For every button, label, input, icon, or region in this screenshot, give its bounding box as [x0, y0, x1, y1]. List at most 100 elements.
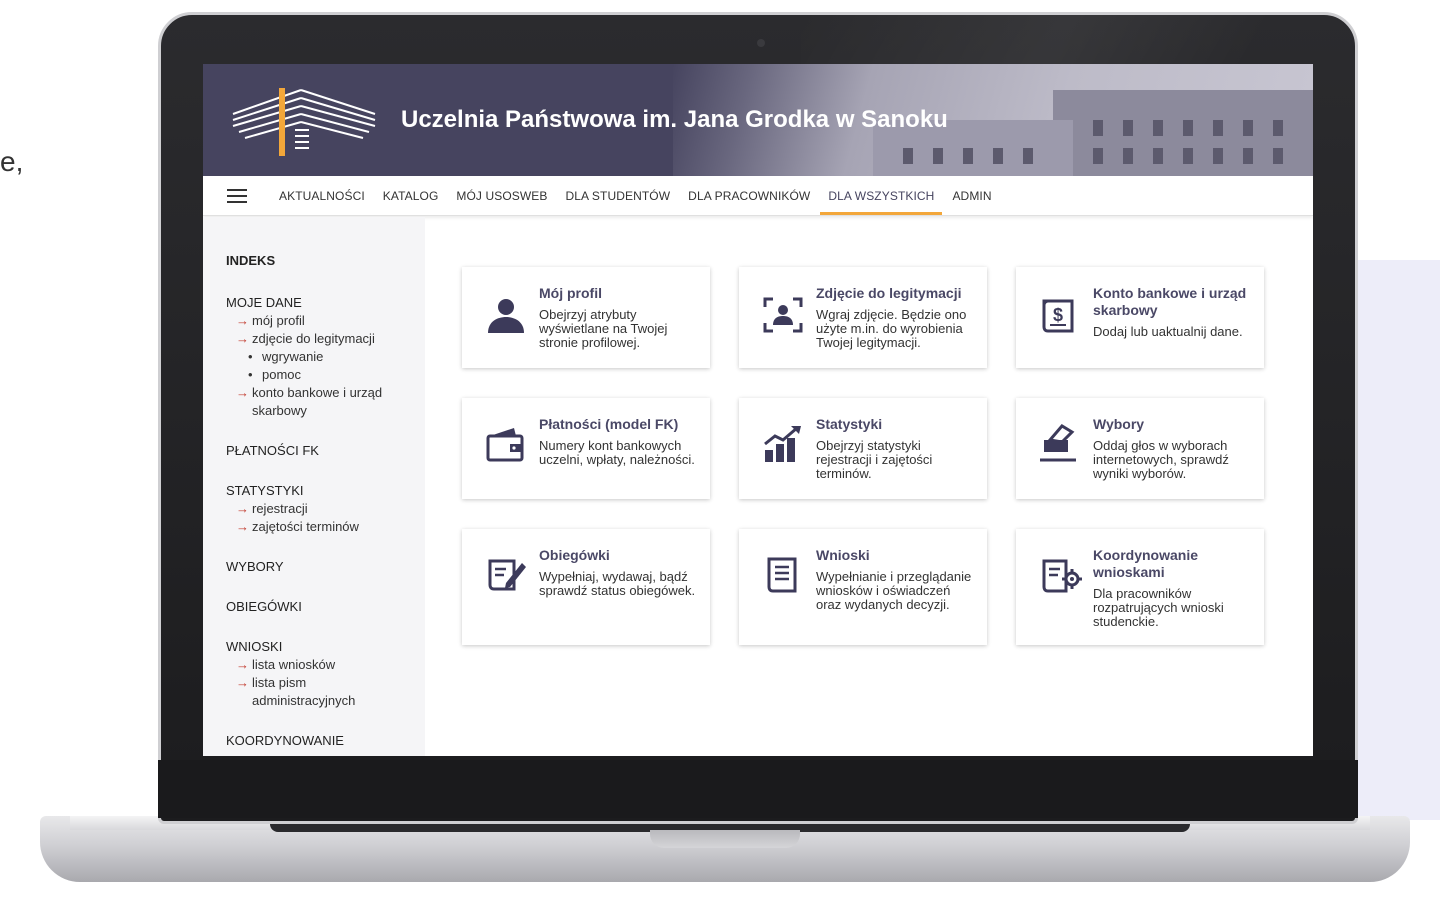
sidebar-link-konto-bankowe[interactable]: → konto bankowe i urząd skarbowy	[226, 384, 425, 420]
sidebar-section-moje-dane[interactable]: MOJE DANE	[226, 294, 425, 312]
chart-icon	[764, 426, 801, 462]
tile-title: Mój profil	[539, 285, 602, 301]
tile-moj-profil[interactable]: Mój profil Obejrzyj atrybuty wyświetlane…	[462, 267, 710, 368]
sidebar-link-lista-wnioskow[interactable]: → lista wniosków	[226, 656, 425, 674]
tile-description: Wypełniaj, wydawaj, bądź sprawdź status …	[539, 569, 696, 598]
building-window	[903, 148, 913, 164]
building-window	[1123, 120, 1133, 136]
arrow-right-icon: →	[236, 501, 249, 516]
wallet-icon	[486, 428, 524, 462]
bullet-icon: •	[248, 367, 253, 382]
tile-koordynowanie-wnioskami[interactable]: Koordynowanie wnioskami Dla pracowników …	[1016, 529, 1264, 645]
arrow-right-icon: →	[236, 519, 249, 534]
nav-item-katalog[interactable]: KATALOG	[383, 176, 439, 216]
sidebar-link-rejestracji[interactable]: → rejestracji	[226, 500, 425, 518]
tile-description: Dla pracowników rozpatrujących wnioski s…	[1093, 586, 1224, 629]
hamburger-menu-icon[interactable]	[227, 188, 247, 203]
tile-title: Obiegówki	[539, 547, 610, 563]
sidebar-link-zajetosci[interactable]: → zajętości terminów	[226, 518, 425, 536]
document-settings-icon	[1042, 559, 1082, 593]
building-window	[1243, 120, 1253, 136]
tile-description: Wgraj zdjęcie. Będzie ono użyte m.in. do…	[816, 307, 967, 350]
building-window	[1153, 148, 1163, 164]
sidebar-link-zdjecie[interactable]: → zdjęcie do legitymacji	[226, 330, 425, 348]
bullet-icon: •	[248, 349, 253, 364]
tile-description: Dodaj lub uaktualnij dane.	[1093, 324, 1243, 339]
tile-platnosci[interactable]: Płatności (model FK) Numery kont bankowy…	[462, 398, 710, 499]
sidebar-section-wybory[interactable]: WYBORY	[226, 558, 425, 576]
camera-icon	[757, 39, 765, 47]
nav-item-dla-wszystkich[interactable]: DLA WSZYSTKICH	[820, 176, 943, 216]
tile-title: Płatności (model FK)	[539, 416, 679, 432]
tile-konto-bankowe[interactable]: $ Konto bankowe i urząd skarbowy Dodaj l…	[1016, 267, 1264, 368]
building-window	[993, 148, 1003, 164]
building-window	[1273, 148, 1283, 164]
ballot-icon	[1040, 424, 1076, 462]
svg-text:$: $	[1053, 305, 1063, 325]
laptop-screen: Uczelnia Państwowa im. Jana Grodka w San…	[203, 64, 1313, 756]
university-title[interactable]: Uczelnia Państwowa im. Jana Grodka w San…	[401, 106, 948, 134]
building-window	[1183, 120, 1193, 136]
building-window	[1183, 148, 1193, 164]
arrow-right-icon: →	[236, 313, 249, 328]
laptop-notch	[650, 830, 800, 848]
document-icon	[767, 557, 797, 593]
tile-description: Obejrzyj atrybuty wyświetlane na Twojej …	[539, 307, 668, 350]
user-icon	[488, 299, 524, 333]
building-window	[1123, 148, 1133, 164]
sidebar-section-koordynowanie[interactable]: KOORDYNOWANIE	[226, 732, 425, 750]
tile-title: Wnioski	[816, 547, 870, 563]
tile-wybory[interactable]: Wybory Oddaj głos w wyborach internetowy…	[1016, 398, 1264, 499]
photo-id-icon	[763, 297, 803, 333]
nav-item-aktualnosci[interactable]: AKTUALNOŚCI	[279, 176, 365, 216]
sidebar: INDEKS MOJE DANE → mój profil → zdjęcie do…	[203, 217, 425, 756]
sidebar-link-lista-pism[interactable]: → lista pism administracyjnych	[226, 674, 425, 710]
arrow-right-icon: →	[236, 385, 249, 400]
building-window	[963, 148, 973, 164]
nav-item-admin[interactable]: ADMIN	[952, 176, 991, 216]
tile-description: Obejrzyj statystyki rejestracji i zajęto…	[816, 438, 933, 481]
tile-obiegowki[interactable]: Obiegówki Wypełniaj, wydawaj, bądź spraw…	[462, 529, 710, 645]
sidebar-section-wnioski[interactable]: WNIOSKI	[226, 638, 425, 656]
nav-item-dla-studentow[interactable]: DLA STUDENTÓW	[566, 176, 671, 216]
sidebar-section-platnosci[interactable]: PŁATNOŚCI FK	[226, 442, 425, 460]
arrow-right-icon: →	[236, 657, 249, 672]
building-window	[933, 148, 943, 164]
sidebar-sublink-pomoc[interactable]: • pomoc	[226, 366, 425, 384]
sidebar-section-obiegowki[interactable]: OBIEGÓWKI	[226, 598, 425, 616]
sidebar-link-moj-profil[interactable]: → mój profil	[226, 312, 425, 330]
laptop-bezel-bottom	[158, 760, 1358, 818]
nav-item-moj-usosweb[interactable]: MÓJ USOSWEB	[456, 176, 547, 216]
stage: e, Uczelnia Państwowa im. Jana Grodka w …	[0, 0, 1440, 898]
tile-statystyki[interactable]: Statystyki Obejrzyj statystyki rejestrac…	[739, 398, 987, 499]
building-window	[1213, 148, 1223, 164]
tile-title: Konto bankowe i urząd skarbowy	[1093, 285, 1247, 318]
tile-title: Zdjęcie do legitymacji	[816, 285, 962, 301]
nav-item-dla-pracownikow[interactable]: DLA PRACOWNIKÓW	[688, 176, 810, 216]
tile-zdjecie-do-legitymacji[interactable]: Zdjęcie do legitymacji Wgraj zdjęcie. Bę…	[739, 267, 987, 368]
tile-description: Numery kont bankowych uczelni, wpłaty, n…	[539, 438, 695, 467]
sidebar-sublink-wgrywanie[interactable]: • wgrywanie	[226, 348, 425, 366]
arrow-right-icon: →	[236, 331, 249, 346]
building-window	[1093, 120, 1103, 136]
tile-title: Koordynowanie wnioskami	[1093, 547, 1199, 580]
building-window	[1273, 120, 1283, 136]
tile-title: Wybory	[1093, 416, 1145, 432]
arrow-right-icon: →	[236, 675, 249, 690]
bank-document-icon: $	[1042, 299, 1074, 333]
site-header: Uczelnia Państwowa im. Jana Grodka w San…	[203, 64, 1313, 176]
sidebar-section-statystyki[interactable]: STATYSTYKI	[226, 482, 425, 500]
sidebar-heading[interactable]: INDEKS	[226, 253, 425, 268]
building-window	[1243, 148, 1253, 164]
tile-description: Oddaj głos w wyborach internetowych, spr…	[1093, 438, 1229, 481]
tile-wnioski[interactable]: Wnioski Wypełnianie i przeglądanie wnios…	[739, 529, 987, 645]
tile-title: Statystyki	[816, 416, 883, 432]
building-window	[1093, 148, 1103, 164]
building-window	[1213, 120, 1223, 136]
cut-off-text: e,	[0, 146, 24, 177]
building-window	[1153, 120, 1163, 136]
main-navigation: AKTUALNOŚCI KATALOG MÓJ USOSWEB DLA STUD…	[203, 176, 1313, 216]
building-window	[1023, 148, 1033, 164]
university-logo[interactable]	[229, 84, 379, 160]
tile-description: Wypełnianie i przeglądanie wniosków i oś…	[816, 569, 972, 612]
